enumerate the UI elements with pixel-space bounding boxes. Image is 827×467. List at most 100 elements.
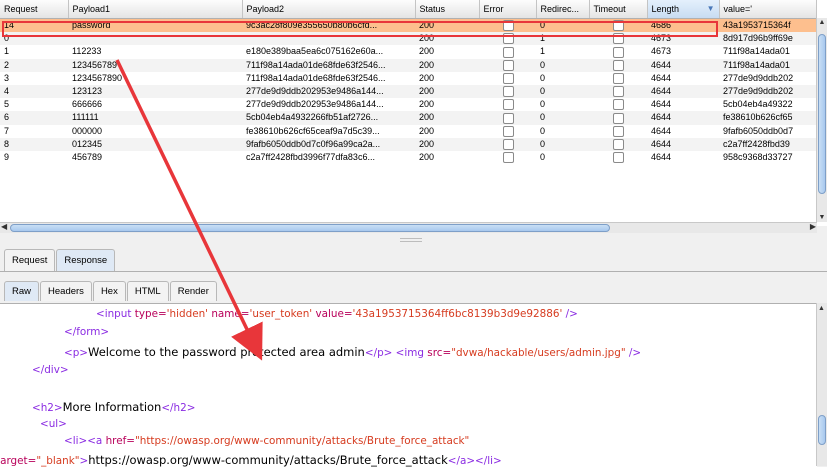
column-header[interactable]: Payload1 <box>68 0 243 19</box>
table-row[interactable]: 3 1234567890 711f98a14ada01de68fde63f2546.… <box>0 72 816 85</box>
table-row[interactable]: 9 456789 c2a7ff2428fbd3996f77dfa83c6... 200… <box>0 151 816 164</box>
code-value: 'hidden' <box>166 308 209 320</box>
table-cell-length: 4644 <box>651 151 672 162</box>
column-header[interactable]: Status <box>415 0 480 19</box>
checkbox <box>503 112 514 124</box>
column-header-label: Length <box>651 4 680 14</box>
table-row[interactable]: 0 200 1 4673 8d917d96b9ff69e <box>0 32 816 46</box>
table-cell-value: 43a1953715364f <box>719 18 816 33</box>
column-header-label: value=' <box>723 4 753 14</box>
table-cell-status: 200 <box>415 84 479 99</box>
table-cell-redirect: 1 <box>540 46 546 57</box>
checkbox-cell <box>589 18 647 33</box>
table-cell-payload2: e180e389baa5ea6c075162e60a... <box>246 46 384 57</box>
tab-html[interactable]: HTML <box>126 281 169 301</box>
table-row[interactable]: 8 012345 9fafb6050ddb0d7c0f96a99ca2a... 200… <box>0 137 816 151</box>
table-cell-payload2: 9c3ac28f809e355650b80b6cfd... <box>242 18 415 33</box>
tab-raw[interactable]: Raw <box>4 281 40 301</box>
table-cell-value: 9fafb6050ddb0d7 <box>723 125 794 136</box>
more-info-heading: More Information <box>62 400 162 414</box>
editor-vertical-scrollbar[interactable]: ▲ <box>816 303 827 466</box>
column-header[interactable]: value=' <box>719 0 817 19</box>
table-cell-request: 1 <box>4 46 10 57</box>
column-header[interactable]: Timeout <box>589 0 648 19</box>
table-cell-request: 2 <box>0 58 68 72</box>
column-header[interactable]: Payload2 <box>242 0 416 19</box>
table-row[interactable]: 4 123123 277de9d9ddb202953e9486a144... 200 0… <box>0 84 816 99</box>
checkbox <box>503 86 514 98</box>
code-value: "_blank" <box>36 455 80 467</box>
checkbox <box>503 20 514 32</box>
tab-hex[interactable]: Hex <box>92 281 126 301</box>
table-cell-payload1: 666666 <box>72 99 103 110</box>
code-tag: </h2> <box>161 402 196 414</box>
table-cell-request: 0 <box>0 32 68 46</box>
table-cell-status: 200 <box>419 46 435 57</box>
tab-render[interactable]: Render <box>169 281 217 301</box>
checkbox <box>503 46 514 58</box>
table-cell-status: 200 <box>415 137 479 151</box>
scroll-thumb-horizontal[interactable] <box>10 224 610 232</box>
table-cell-status: 200 <box>419 151 435 162</box>
table-row[interactable]: 1 112233 e180e389baa5ea6c075162e60a... 200 1… <box>0 45 816 58</box>
code-value: '43a1953715364ff6bc8139b3d9e92886' <box>352 308 563 320</box>
table-cell-payload1: 012345 <box>68 137 242 151</box>
scroll-down-icon[interactable]: ▼ <box>817 214 827 221</box>
table-cell-status: 200 <box>415 58 479 72</box>
code-attr: type= <box>134 308 167 320</box>
table-cell-payload2: 277de9d9ddb202953e9486a144... <box>246 99 384 110</box>
scroll-up-icon[interactable]: ▲ <box>817 19 827 26</box>
tab-response[interactable]: Response <box>56 249 116 271</box>
table-cell-value: 277de9d9ddb202 <box>723 72 794 83</box>
tab-headers[interactable]: Headers <box>40 281 92 301</box>
checkbox-cell <box>479 98 536 111</box>
panel-splitter[interactable] <box>0 233 827 246</box>
column-header[interactable]: Redirec... <box>536 0 590 19</box>
editor-scroll-thumb[interactable] <box>818 415 826 445</box>
code-attr: href= <box>105 435 135 447</box>
tab-request[interactable]: Request <box>4 249 56 271</box>
table-row[interactable]: 14 password 9c3ac28f809e355650b80b6cfd... 2… <box>0 18 816 33</box>
column-header[interactable]: Error <box>479 0 537 19</box>
welcome-text: Welcome to the password protected area a… <box>88 345 365 359</box>
response-raw-editor[interactable]: <input type='hidden' name='user_token' v… <box>0 303 817 467</box>
column-header[interactable]: Request <box>0 0 69 19</box>
checkbox <box>503 138 514 150</box>
checkbox <box>613 46 624 58</box>
code-tag: > <box>79 455 89 467</box>
table-cell-status: 200 <box>419 72 435 83</box>
code-tag: <h2> <box>32 402 63 414</box>
table-horizontal-scrollbar[interactable]: ◀ ▶ <box>0 222 817 233</box>
checkbox <box>613 125 624 137</box>
checkbox <box>503 33 514 45</box>
table-vertical-scrollbar[interactable]: ▲ ▼ <box>816 18 827 222</box>
sort-descending-icon: ▼ <box>706 4 715 13</box>
table-cell-value: c2a7ff2428fbd39 <box>719 137 816 151</box>
table-cell-length: 4644 <box>647 58 719 72</box>
scroll-right-icon[interactable]: ▶ <box>810 222 816 231</box>
column-header[interactable]: Length ▼ <box>647 0 720 19</box>
column-header-label: Timeout <box>593 4 626 14</box>
table-cell-length: 4673 <box>647 32 719 46</box>
table-row[interactable]: 7 000000 fe38610b626cf65ceaf9a7d5c39... 200… <box>0 125 816 138</box>
scroll-left-icon[interactable]: ◀ <box>1 222 7 231</box>
checkbox-cell <box>479 137 536 151</box>
table-cell-payload2: c2a7ff2428fbd3996f77dfa83c6... <box>246 151 375 162</box>
table-row[interactable]: 2 123456789 711f98a14ada01de68fde63f2546..… <box>0 58 816 72</box>
scroll-thumb[interactable] <box>818 34 826 194</box>
table-cell-payload1: 456789 <box>72 151 103 162</box>
table-row[interactable]: 6 111111 5cb04eb4a4932266fb51af2726... 200 0… <box>0 111 816 125</box>
table-header-row: Request Payload1 Payload2 Status Error Redire… <box>0 0 817 19</box>
code-line-h2: <h2>More Information</h2> <box>32 400 195 414</box>
table-cell-status: 200 <box>415 18 479 33</box>
editor-scroll-up-icon[interactable]: ▲ <box>818 305 825 312</box>
table-cell-length: 4644 <box>651 99 672 110</box>
table-row[interactable]: 5 666666 277de9d9ddb202953e9486a144... 200 0… <box>0 98 816 111</box>
checkbox-cell <box>479 32 536 46</box>
table-cell-value: 8d917d96b9ff69e <box>719 32 816 46</box>
checkbox <box>613 99 624 111</box>
table-cell-length: 4644 <box>647 111 719 125</box>
column-header-label: Payload1 <box>72 4 111 14</box>
table-cell-redirect: 0 <box>540 125 546 136</box>
splitter-grip[interactable] <box>400 238 422 242</box>
